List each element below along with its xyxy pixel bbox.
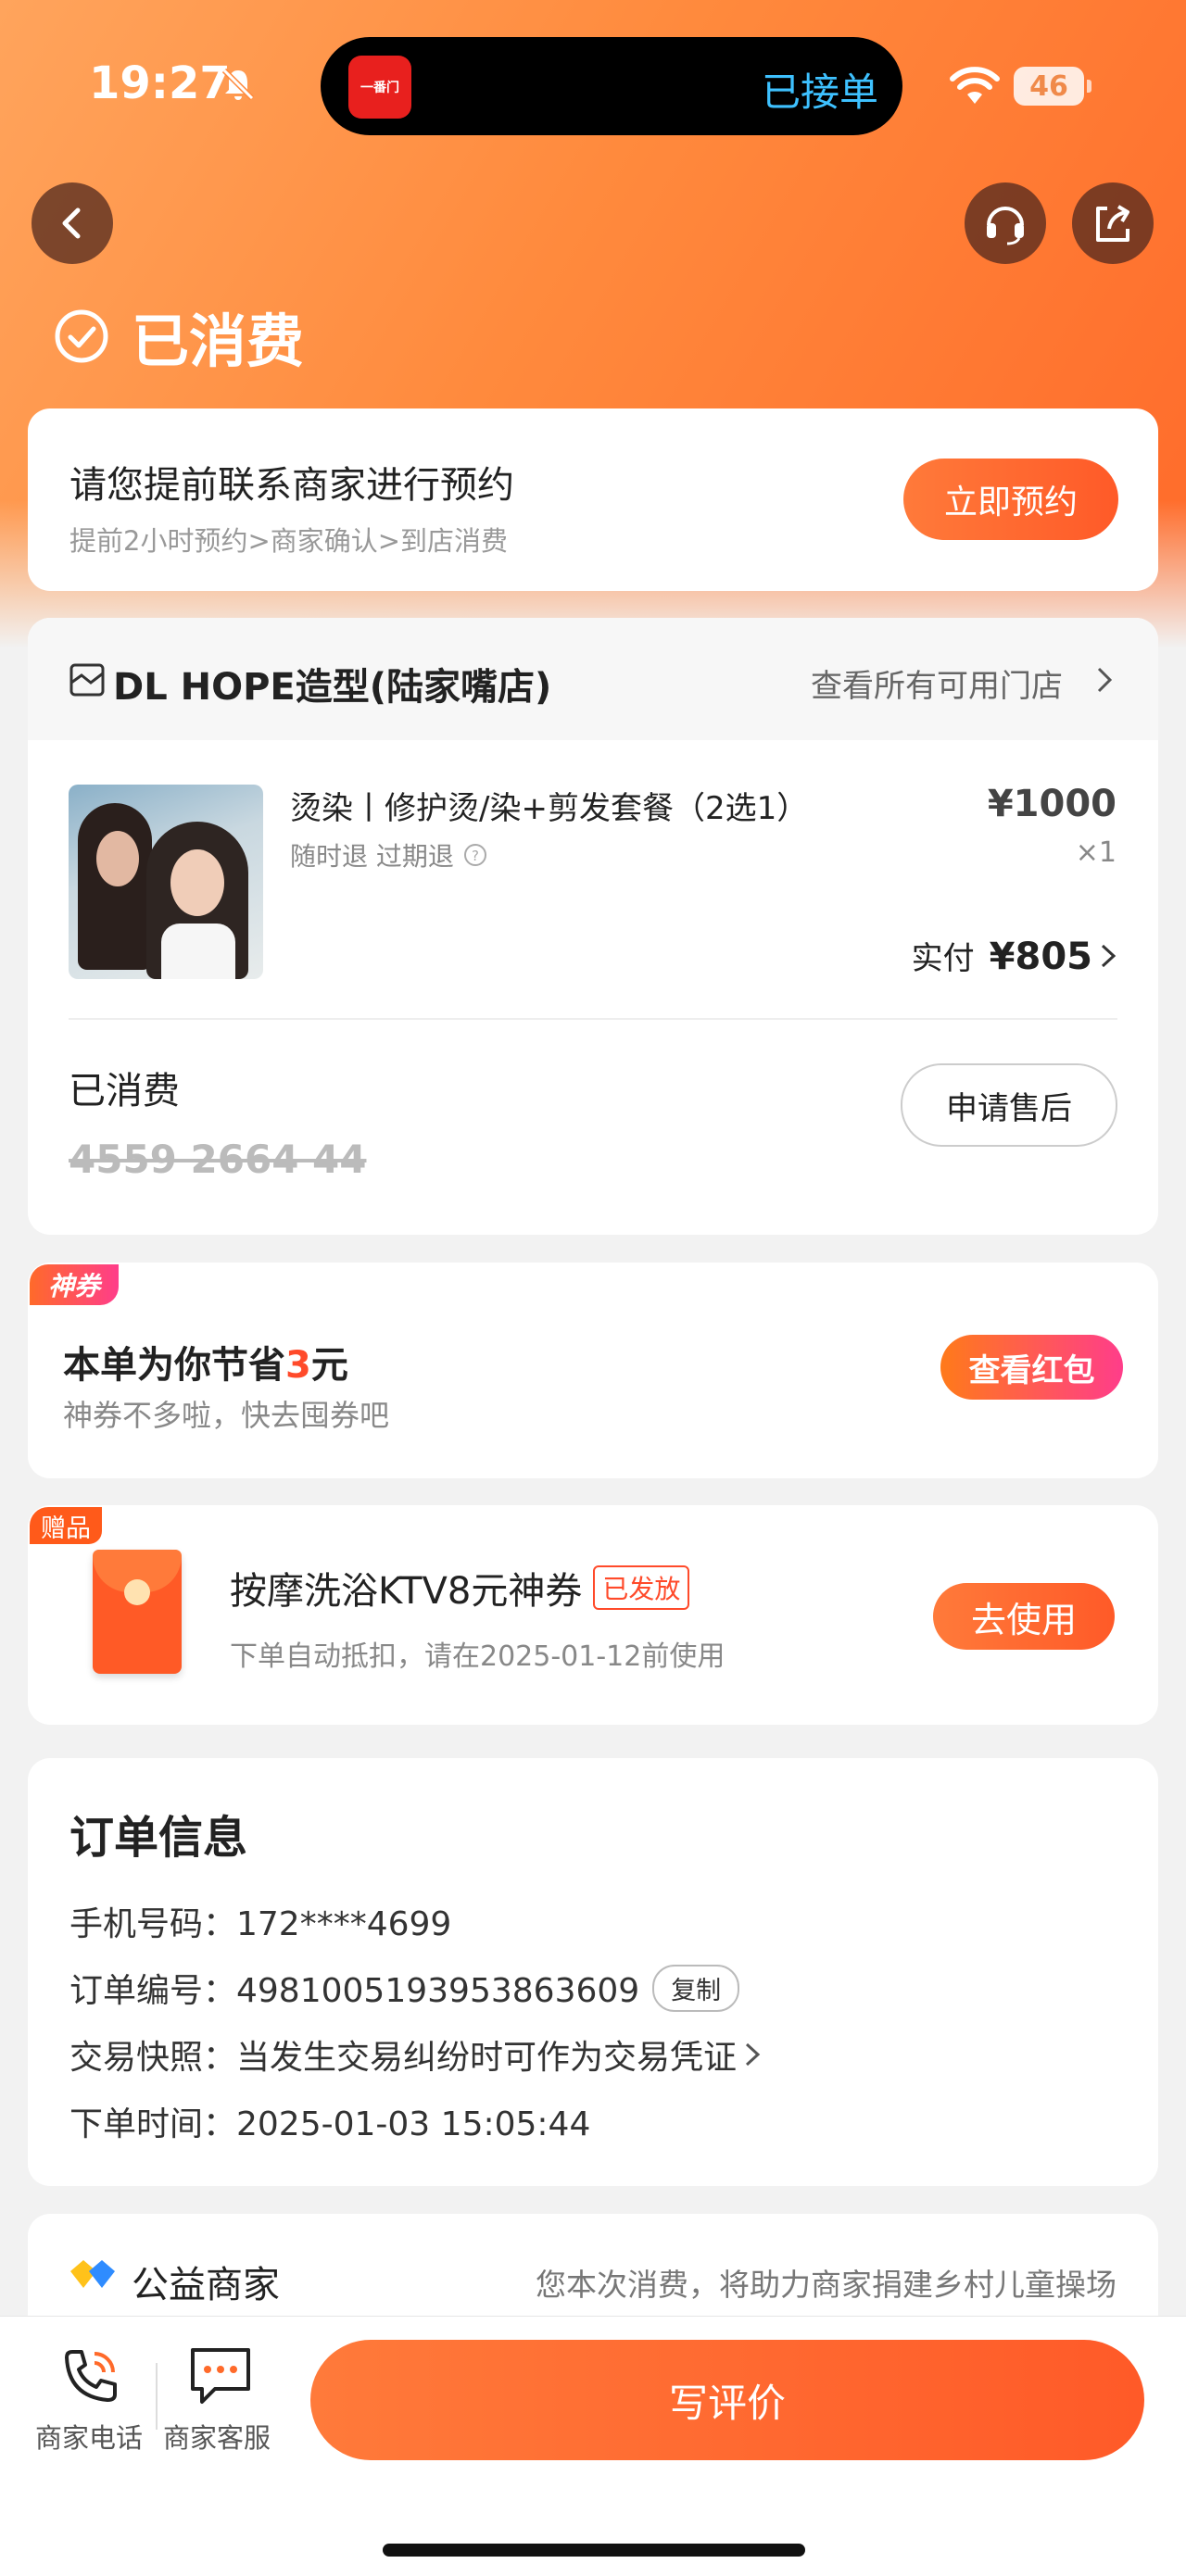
app-icon: 一番门 — [348, 56, 411, 119]
view-all-stores-link[interactable]: 查看所有可用门店 — [811, 660, 1063, 706]
coupon-title: 本单为你节省3元 — [63, 1335, 348, 1389]
svg-text:?: ? — [472, 848, 479, 864]
chevron-right-icon — [746, 2042, 761, 2067]
coupon-subtitle: 神券不多啦，快去囤券吧 — [63, 1398, 390, 1433]
wifi-icon — [950, 67, 1000, 104]
product-card: DL HOPE造型(陆家嘴店) 查看所有可用门店 烫染丨修护烫/染+剪发套餐（2… — [28, 618, 1158, 1235]
back-button[interactable] — [32, 182, 113, 264]
bell-muted-icon — [221, 68, 255, 101]
order-time: 下单时间：2025-01-03 15:05:44 — [69, 2105, 591, 2143]
coupon-title-prefix: 本单为你节省 — [63, 1344, 285, 1387]
use-coupon-button[interactable]: 去使用 — [933, 1583, 1115, 1650]
status-title: 已消费 — [132, 308, 305, 375]
copy-button[interactable]: 复制 — [652, 1964, 740, 2012]
bottom-divider — [156, 2363, 158, 2430]
after-sale-button[interactable]: 申请售后 — [901, 1063, 1117, 1147]
chevron-right-icon — [1101, 944, 1117, 968]
store-header[interactable]: DL HOPE造型(陆家嘴店) 查看所有可用门店 — [28, 618, 1158, 740]
charity-desc: 您本次消费，将助力商家捐建乡村儿童操场 — [536, 2267, 1117, 2303]
merchant-service-label: 商家客服 — [163, 2422, 271, 2454]
chevron-left-icon — [62, 207, 81, 239]
chevron-right-icon — [1097, 667, 1113, 693]
paid-label: 实付 — [911, 940, 975, 977]
order-info-card: 订单信息 手机号码：172****4699 订单编号：4981005193953… — [28, 1758, 1158, 2186]
bottom-bar: 商家电话 商家客服 写评价 — [0, 2316, 1186, 2576]
gift-issued-tag: 已发放 — [593, 1565, 690, 1610]
store-icon — [69, 663, 105, 697]
phone-icon — [65, 2350, 117, 2402]
order-phone: 手机号码：172****4699 — [69, 1905, 452, 1943]
gift-card: 赠品 按摩洗浴KTV8元神券 已发放 下单自动抵扣，请在2025-01-12前使… — [28, 1505, 1158, 1725]
write-review-button[interactable]: 写评价 — [310, 2340, 1144, 2460]
product-image[interactable] — [69, 785, 263, 979]
coupon-card: 神券 本单为你节省3元 神券不多啦，快去囤券吧 查看红包 — [28, 1263, 1158, 1478]
red-envelope-icon — [93, 1550, 182, 1674]
home-indicator — [383, 2544, 805, 2557]
gift-subtitle: 下单自动抵扣，请在2025-01-12前使用 — [230, 1640, 725, 1673]
paid-amount-row[interactable]: 实付 ¥805 — [912, 933, 1117, 978]
battery-indicator: 46 — [1014, 67, 1091, 106]
voucher-code: 4559 2664 44 — [69, 1137, 367, 1182]
gift-title: 按摩洗浴KTV8元神券 — [230, 1570, 583, 1613]
view-red-packet-button[interactable]: 查看红包 — [940, 1335, 1123, 1400]
merchant-phone-label: 商家电话 — [35, 2422, 144, 2454]
merchant-service-button[interactable]: 商家客服 — [161, 2344, 282, 2456]
headset-icon — [987, 207, 1024, 245]
refund-tags-text: 随时退 过期退 — [290, 841, 454, 872]
dynamic-island[interactable]: 一番门 已接单 — [321, 37, 902, 135]
share-icon — [1096, 205, 1129, 242]
refund-tags: 随时退 过期退 ? — [290, 836, 487, 873]
reserve-title: 请您提前联系商家进行预约 — [69, 464, 514, 507]
reserve-card: 请您提前联系商家进行预约 提前2小时预约>商家确认>到店消费 立即预约 — [28, 408, 1158, 591]
merchant-phone-button[interactable]: 商家电话 — [32, 2344, 152, 2456]
check-circle-icon — [55, 309, 108, 363]
order-snapshot-row[interactable]: 交易快照：当发生交易纠纷时可作为交易凭证 — [69, 2030, 761, 2079]
divider — [69, 1018, 1117, 1020]
order-info-title: 订单信息 — [69, 1812, 248, 1864]
reserve-now-button[interactable]: 立即预约 — [903, 459, 1118, 540]
gift-title-row: 按摩洗浴KTV8元神券 已发放 — [230, 1561, 690, 1615]
order-number-row: 订单编号：4981005193953863609 复制 — [69, 1964, 740, 2012]
reserve-steps: 提前2小时预约>商家确认>到店消费 — [69, 525, 509, 557]
gift-badge: 赠品 — [30, 1507, 102, 1544]
chat-icon — [191, 2348, 250, 2404]
charity-title: 公益商家 — [132, 2264, 280, 2306]
customer-service-button[interactable] — [965, 182, 1046, 264]
paid-amount: ¥805 — [989, 936, 1092, 978]
coupon-amount: 3 — [285, 1344, 311, 1387]
order-number: 订单编号：4981005193953863609 — [69, 1972, 640, 2010]
product-quantity: ×1 — [1075, 836, 1117, 869]
coupon-title-suffix: 元 — [310, 1344, 348, 1387]
voucher-status: 已消费 — [69, 1070, 180, 1112]
coupon-badge: 神券 — [30, 1264, 119, 1305]
product-price: ¥1000 — [987, 783, 1117, 825]
share-button[interactable] — [1072, 182, 1154, 264]
store-name: DL HOPE造型(陆家嘴店) — [113, 666, 552, 709]
order-status-heading: 已消费 — [54, 295, 304, 378]
product-title[interactable]: 烫染丨修护烫/染+剪发套餐（2选1） — [290, 783, 808, 828]
question-icon[interactable]: ? — [463, 843, 487, 867]
order-snapshot: 交易快照：当发生交易纠纷时可作为交易凭证 — [69, 2039, 738, 2077]
charity-heart-icon — [70, 2260, 115, 2288]
island-status-text: 已接单 — [761, 69, 878, 115]
status-time: 19:27 — [89, 57, 231, 109]
